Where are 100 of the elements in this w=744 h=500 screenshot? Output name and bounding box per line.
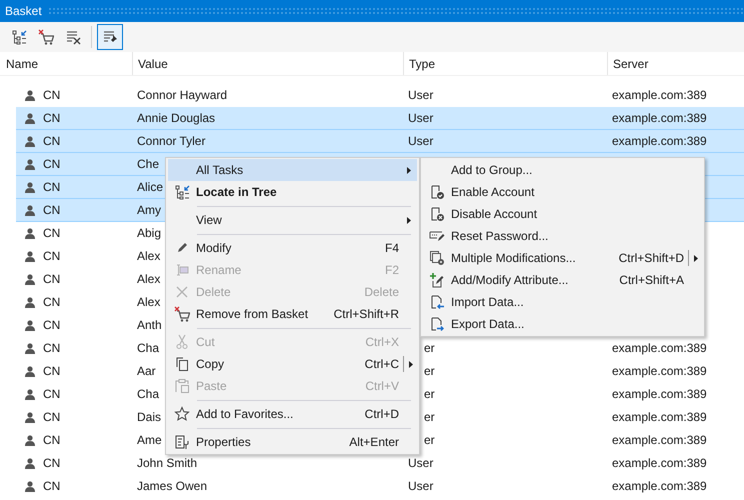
user-icon bbox=[25, 388, 35, 400]
properties-icon bbox=[174, 434, 190, 450]
close-icon bbox=[174, 284, 190, 300]
menu-item-label: Multiple Modifications... bbox=[451, 250, 577, 267]
user-icon bbox=[25, 320, 35, 330]
table-cell: James Owen bbox=[137, 479, 208, 493]
table-cell: example.com:389 bbox=[612, 433, 707, 447]
menu-item[interactable]: Add to Group... bbox=[423, 159, 702, 181]
tree-icon bbox=[11, 29, 27, 45]
clipboard-icon bbox=[174, 378, 190, 394]
menu-item[interactable]: Add/Modify Attribute... Ctrl+Shift+A bbox=[423, 269, 702, 291]
table-cell: Alice bbox=[137, 180, 164, 194]
menu-item[interactable]: Multiple Modifications... Ctrl+Shift+D bbox=[423, 247, 702, 269]
table-cell-text: CN bbox=[43, 179, 60, 196]
menu-item[interactable]: Import Data... bbox=[423, 291, 702, 313]
table-cell: Aar bbox=[137, 364, 156, 378]
menu-item[interactable]: Enable Account bbox=[423, 181, 702, 203]
menu-item[interactable]: Properties Alt+Enter bbox=[168, 431, 417, 453]
menu-item[interactable]: Reset Password... bbox=[423, 225, 702, 247]
menu-item-label: Add to Favorites... bbox=[196, 406, 294, 423]
table-cell-text: CN bbox=[43, 133, 60, 150]
table-cell: Che bbox=[137, 157, 160, 171]
column-header[interactable]: Type bbox=[409, 54, 436, 72]
documents-gear-icon bbox=[429, 250, 445, 266]
table-cell: example.com:389 bbox=[612, 111, 707, 125]
user-icon bbox=[25, 366, 35, 376]
enable-account-icon bbox=[429, 184, 445, 200]
table-cell: Annie Douglas bbox=[137, 111, 216, 125]
menu-item-label: Copy bbox=[196, 356, 226, 373]
user-icon bbox=[25, 228, 35, 238]
menu-item[interactable]: View bbox=[168, 209, 417, 231]
table-cell: John Smith bbox=[137, 456, 198, 470]
menu-item[interactable]: Disable Account bbox=[423, 203, 702, 225]
table-cell-text: CN bbox=[43, 386, 60, 403]
user-icon bbox=[25, 342, 35, 354]
table-cell-text: CN bbox=[43, 271, 60, 288]
disable-account-icon bbox=[429, 206, 445, 222]
table-cell: Amy bbox=[137, 203, 161, 217]
table-cell-text: CN bbox=[43, 432, 60, 449]
table-cell: er bbox=[424, 364, 435, 378]
column-header[interactable]: Name bbox=[6, 54, 38, 72]
shortcut-label: Delete bbox=[364, 284, 399, 301]
table-cell: Alex bbox=[137, 272, 160, 286]
column-header[interactable]: Server bbox=[613, 54, 648, 72]
pin-button[interactable] bbox=[97, 24, 123, 50]
table-cell-text: CN bbox=[43, 156, 60, 173]
table-cell: Alex bbox=[137, 295, 160, 309]
menu-item-label: Properties bbox=[196, 434, 252, 451]
table-cell: Connor Tyler bbox=[137, 134, 206, 148]
selected-row[interactable]: CN Connor Tyler User example.com:389 bbox=[16, 130, 744, 153]
table-cell: User bbox=[408, 88, 434, 102]
user-icon bbox=[25, 250, 35, 262]
shortcut-label: Alt+Enter bbox=[349, 434, 399, 451]
column-header[interactable]: Value bbox=[138, 54, 168, 72]
menu-item[interactable]: Export Data... bbox=[423, 313, 702, 335]
menu-item-label: Cut bbox=[196, 334, 216, 351]
table-cell: example.com:389 bbox=[612, 134, 707, 148]
shortcut-label: F4 bbox=[384, 240, 399, 257]
menu-item-label: Import Data... bbox=[451, 294, 525, 311]
table-cell: Ame bbox=[137, 433, 162, 447]
table-cell-text: CN bbox=[43, 455, 60, 472]
table-cell: example.com:389 bbox=[612, 387, 707, 401]
user-icon bbox=[25, 136, 35, 146]
table-cell: User bbox=[408, 134, 434, 148]
table-cell: example.com:389 bbox=[612, 364, 707, 378]
shortcut-label: Ctrl+V bbox=[365, 378, 399, 395]
scissors-icon bbox=[174, 334, 190, 350]
table-cell: er bbox=[424, 410, 435, 424]
table-cell: er bbox=[424, 341, 435, 355]
table-cell: Cha bbox=[137, 387, 160, 401]
menu-item[interactable]: All Tasks bbox=[168, 159, 417, 181]
table-cell: er bbox=[424, 387, 435, 401]
pin-icon bbox=[102, 29, 118, 45]
menu-item-label: Modify bbox=[196, 240, 232, 257]
table-cell: Abig bbox=[137, 226, 162, 240]
import-icon bbox=[429, 294, 445, 310]
table-cell: Anth bbox=[137, 318, 162, 332]
menu-item-label: Add/Modify Attribute... bbox=[451, 272, 570, 289]
menu-item[interactable]: Locate in Tree bbox=[168, 181, 417, 203]
menu-item[interactable]: Copy Ctrl+C bbox=[168, 353, 417, 375]
user-icon bbox=[25, 480, 35, 492]
menu-item-label: Delete bbox=[196, 284, 232, 301]
cart-remove-icon bbox=[174, 306, 190, 322]
table-cell-text: CN bbox=[43, 317, 60, 334]
table-cell: example.com:389 bbox=[612, 456, 707, 470]
table-cell: example.com:389 bbox=[612, 88, 707, 102]
menu-item-label: Export Data... bbox=[451, 316, 526, 333]
user-icon bbox=[25, 458, 35, 468]
rename-icon bbox=[174, 262, 190, 278]
user-icon bbox=[25, 204, 35, 216]
menu-item[interactable]: Modify F4 bbox=[168, 237, 417, 259]
copy-icon bbox=[174, 356, 190, 372]
menu-item[interactable]: Remove from Basket Ctrl+Shift+R bbox=[168, 303, 417, 325]
shortcut-label: Ctrl+X bbox=[365, 334, 399, 351]
user-icon bbox=[25, 90, 35, 100]
table-cell: example.com:389 bbox=[612, 341, 707, 355]
selected-row[interactable]: CN Annie Douglas User example.com:389 bbox=[16, 107, 744, 130]
table-cell: User bbox=[408, 456, 434, 470]
menu-item[interactable]: Add to Favorites... Ctrl+D bbox=[168, 403, 417, 425]
menu-item-label: Reset Password... bbox=[451, 228, 550, 245]
